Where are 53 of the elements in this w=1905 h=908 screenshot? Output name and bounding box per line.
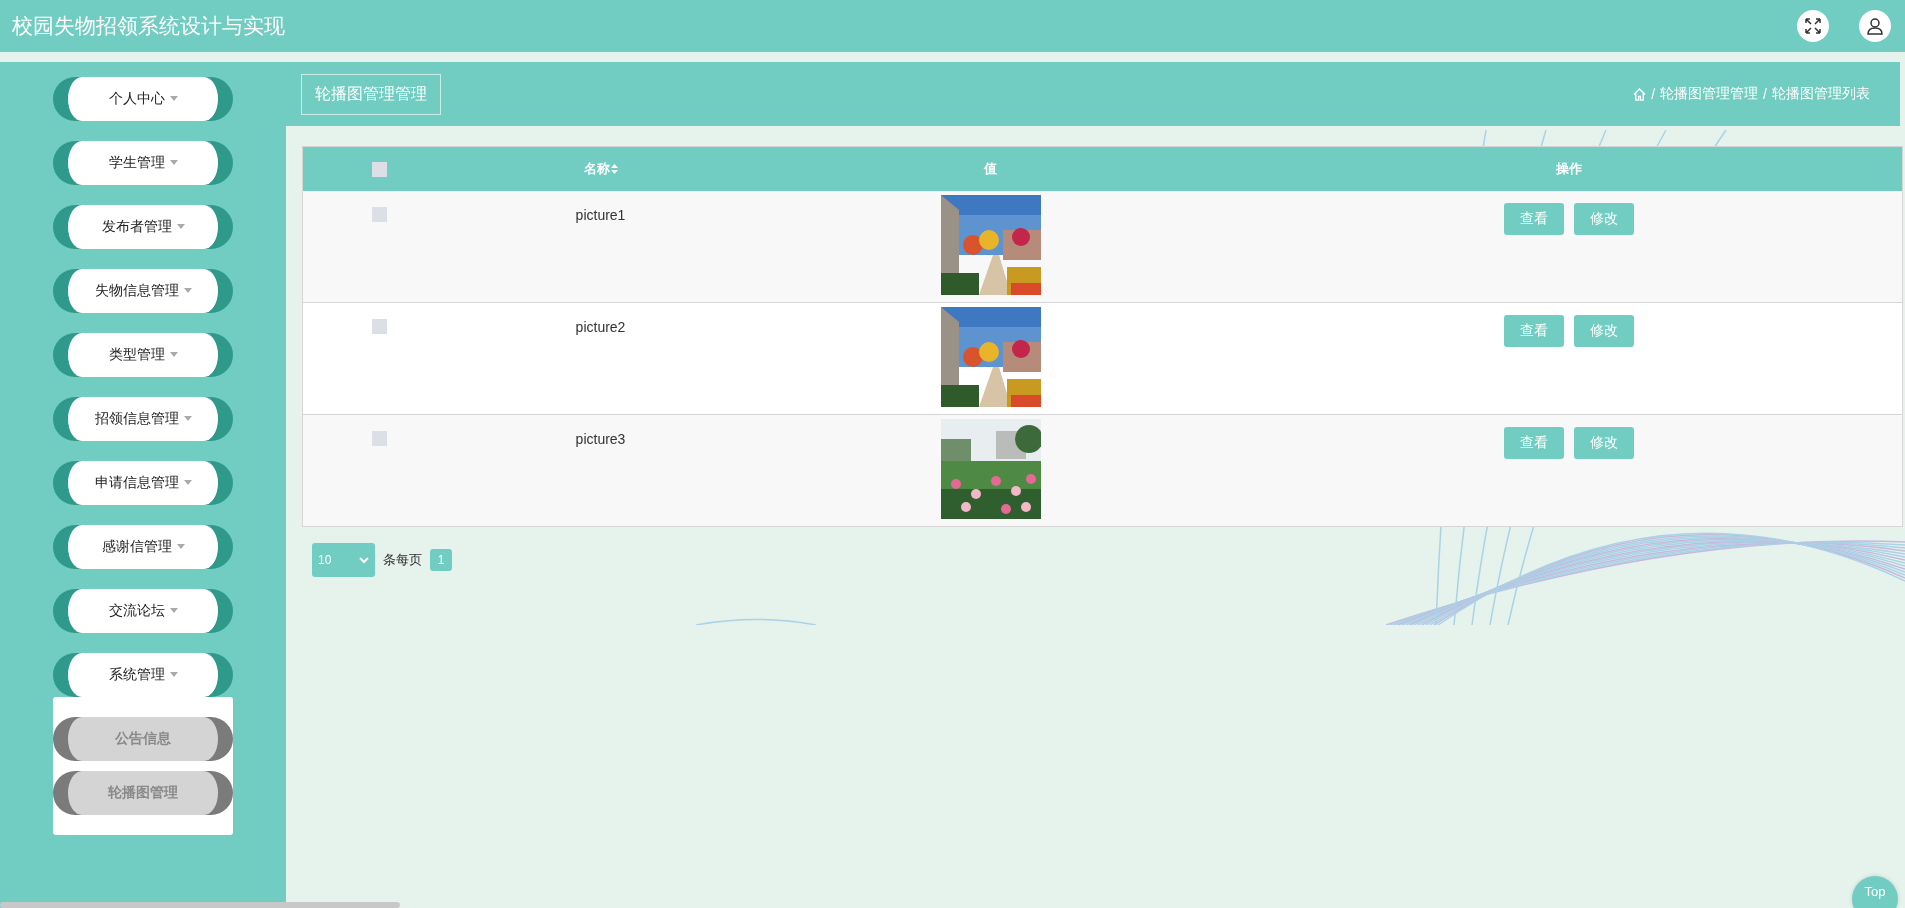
menu-item[interactable]: 感谢信管理 [53, 525, 233, 569]
caret-icon [169, 671, 178, 677]
menu-item[interactable]: 个人中心 [53, 77, 233, 121]
caret-icon [169, 95, 178, 101]
menu-item[interactable]: 失物信息管理 [53, 269, 233, 313]
caret-icon [183, 479, 192, 485]
column-header[interactable]: 名称 [583, 161, 610, 176]
caret-icon [176, 543, 185, 549]
caret-icon [183, 287, 192, 293]
page-size-select[interactable]: 10 [312, 543, 375, 577]
menu-item[interactable]: 招领信息管理 [53, 397, 233, 441]
row-checkbox[interactable] [371, 319, 387, 334]
view-button[interactable]: 查看 [1503, 315, 1564, 347]
select-all-checkbox[interactable] [371, 162, 387, 178]
table-cell: picture2 [575, 319, 626, 335]
row-checkbox[interactable] [371, 207, 387, 222]
submenu-item[interactable]: 轮播图管理 [53, 771, 233, 815]
menu-item[interactable]: 发布者管理 [53, 205, 233, 249]
edit-button[interactable]: 修改 [1573, 315, 1634, 347]
home-icon[interactable] [1633, 87, 1647, 101]
fullscreen-icon[interactable] [1797, 10, 1829, 42]
caret-icon [169, 159, 178, 165]
row-checkbox[interactable] [371, 431, 387, 446]
menu-item[interactable]: 系统管理 [53, 653, 233, 697]
breadcrumb-item: 轮播图管理列表 [1772, 85, 1870, 103]
caret-icon [183, 415, 192, 421]
caret-icon [176, 223, 185, 229]
column-header: 操作 [1555, 161, 1582, 176]
column-header: 值 [984, 161, 997, 176]
view-button[interactable]: 查看 [1503, 203, 1564, 235]
breadcrumb-item[interactable]: 轮播图管理管理 [1660, 85, 1759, 103]
horizontal-scrollbar[interactable] [0, 902, 400, 908]
breadcrumb-separator: / [1763, 86, 1767, 102]
app-title: 校园失物招领系统设计与实现 [12, 13, 285, 40]
menu-item[interactable]: 交流论坛 [53, 589, 233, 633]
menu-item[interactable]: 申请信息管理 [53, 461, 233, 505]
caret-icon [169, 351, 178, 357]
edit-button[interactable]: 修改 [1573, 427, 1634, 459]
menu-item[interactable]: 学生管理 [53, 141, 233, 185]
submenu-item[interactable]: 公告信息 [53, 717, 233, 761]
breadcrumb-separator: / [1651, 86, 1656, 102]
caret-icon [169, 607, 178, 613]
page-title: 轮播图管理管理 [301, 73, 441, 115]
table-cell: picture3 [575, 431, 626, 447]
page-button[interactable]: 1 [430, 549, 452, 571]
edit-button[interactable]: 修改 [1573, 203, 1634, 235]
per-page-label: 条每页 [383, 551, 422, 569]
back-to-top-button[interactable]: Top [1852, 876, 1898, 908]
chevron-down-icon [359, 556, 369, 564]
menu-item[interactable]: 类型管理 [53, 333, 233, 377]
user-icon[interactable] [1859, 10, 1891, 42]
view-button[interactable]: 查看 [1503, 427, 1564, 459]
table-cell: picture1 [575, 207, 626, 223]
